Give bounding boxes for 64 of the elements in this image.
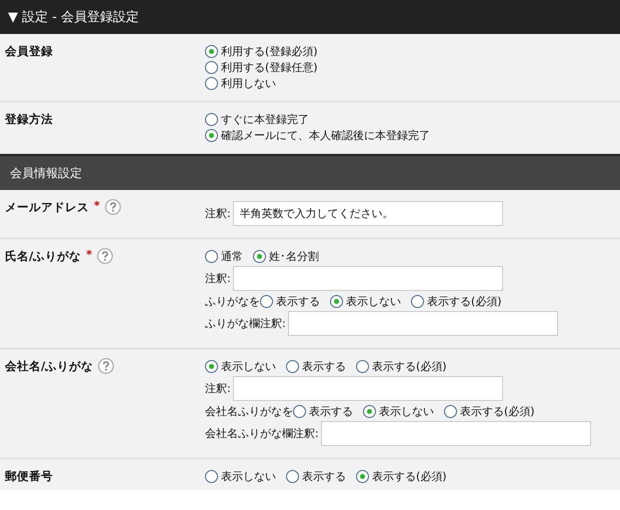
radio-option[interactable]: 表示する(必須) [356,468,447,484]
field-label: 注釈: [205,206,231,221]
setting-label: メールアドレス [5,199,89,215]
radio-button[interactable] [205,360,218,372]
setting-label: 会員登録 [5,43,53,59]
radio-button[interactable] [293,404,306,418]
radio-button[interactable] [205,128,218,142]
page-title: 設定 - 会員登録設定 [22,9,139,26]
radio-option[interactable]: 表示する(必須) [356,358,447,374]
setting-label: 氏名/ふりがな [5,248,82,264]
radio-option[interactable]: 表示しない [363,404,434,418]
radio-option[interactable]: 表示する [260,294,320,308]
radio-option[interactable]: 表示する(必須) [444,404,535,418]
required-mark: * [86,248,92,261]
radio-button[interactable] [444,404,457,418]
input-field[interactable] [232,266,503,291]
setting-label: 会社名/ふりがな [5,358,94,374]
radio-option[interactable]: 確認メールにて、本人確認後に本登録完了 [205,128,430,142]
radio-button[interactable] [330,294,343,308]
input-field[interactable] [232,376,503,401]
radio-option[interactable]: すぐに本登録完了 [205,112,309,126]
radio-button[interactable] [205,76,218,90]
radio-button[interactable] [411,294,424,308]
collapse-toggle[interactable]: ▼ [8,10,18,24]
section-header: 会員情報設定 [0,154,620,190]
radio-option[interactable]: 姓･名分割 [253,248,319,264]
radio-option[interactable]: 表示しない [330,294,401,308]
help-icon[interactable] [98,358,114,374]
help-icon[interactable] [96,248,113,264]
radio-option[interactable]: 利用する(登録必須) [205,44,318,58]
option-label: 会社名ふりがなを [205,404,293,418]
radio-button[interactable] [356,470,369,482]
radio-option[interactable]: 利用しない [205,76,276,90]
required-mark: * [94,199,100,212]
radio-button[interactable] [260,294,273,308]
input-field[interactable] [320,421,591,446]
field-label: ふりがな欄注釈: [205,316,286,331]
radio-button[interactable] [205,44,218,58]
radio-option[interactable]: 表示する [286,468,346,484]
field-label: 注釈: [205,381,231,396]
radio-button[interactable] [363,404,376,418]
option-label: ふりがなを [205,294,260,308]
radio-button[interactable] [205,112,218,126]
field-label: 注釈: [205,271,231,286]
radio-button[interactable] [356,360,369,372]
radio-option[interactable]: 表示しない [205,468,276,484]
radio-option[interactable]: 表示しない [205,358,276,374]
radio-option[interactable]: 利用する(登録任意) [205,60,318,74]
radio-option[interactable]: 表示する(必須) [411,294,502,308]
radio-option[interactable]: 通常 [205,248,243,264]
radio-option[interactable]: 表示する [293,404,353,418]
setting-label: 郵便番号 [5,468,53,484]
radio-button[interactable] [205,470,218,482]
radio-option[interactable]: 表示する [286,358,346,374]
input-field[interactable]: 半角英数で入力してください。 [232,201,503,226]
radio-button[interactable] [205,250,218,262]
field-label: 会社名ふりがな欄注釈: [205,426,319,441]
input-field[interactable] [288,311,558,336]
radio-button[interactable] [205,60,218,74]
radio-button[interactable] [253,250,266,262]
radio-button[interactable] [286,470,299,482]
setting-label: 登録方法 [5,111,53,127]
help-icon[interactable] [104,199,121,215]
radio-button[interactable] [286,360,299,372]
